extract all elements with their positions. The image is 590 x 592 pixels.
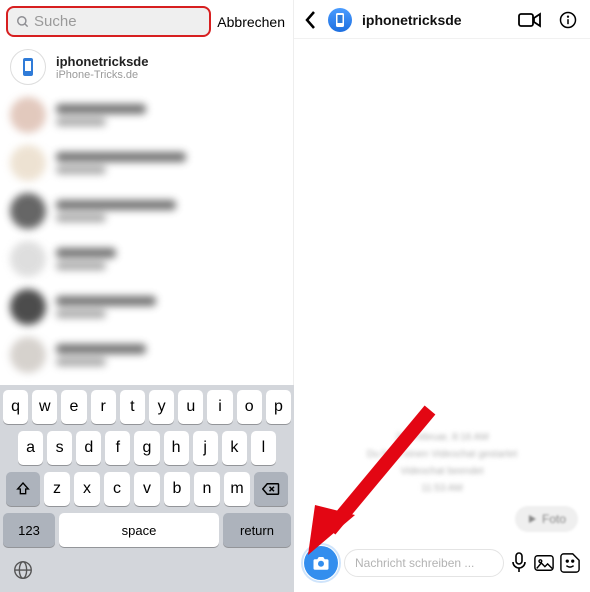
contact-row-blurred	[0, 283, 293, 331]
key-i[interactable]: i	[207, 390, 232, 424]
key-b[interactable]: b	[164, 472, 190, 506]
conversation-body: 26. Februar, 8:16 AM Du hast einen Video…	[294, 39, 590, 538]
key-m[interactable]: m	[224, 472, 250, 506]
microphone-icon[interactable]	[510, 552, 528, 574]
chat-header: iphonetricksde	[294, 0, 590, 39]
key-shift[interactable]	[6, 472, 40, 506]
keyboard: q w e r t y u i o p a s d f g h j k l	[0, 385, 294, 592]
key-return[interactable]: return	[223, 513, 291, 547]
search-field[interactable]	[6, 6, 211, 37]
timestamp: 11:53 AM	[421, 483, 463, 494]
search-icon	[16, 15, 30, 29]
contact-row-blurred	[0, 187, 293, 235]
contact-row-blurred	[0, 235, 293, 283]
key-h[interactable]: h	[164, 431, 189, 465]
search-input[interactable]	[34, 13, 201, 30]
key-v[interactable]: v	[134, 472, 160, 506]
contact-name: iphonetricksde	[56, 54, 148, 69]
sticker-icon[interactable]	[560, 553, 580, 573]
key-u[interactable]: u	[178, 390, 203, 424]
contact-row[interactable]: iphonetricksde iPhone-Tricks.de	[0, 43, 293, 91]
search-pane: Abbrechen iphonetricksde iPhone-Tricks.d…	[0, 0, 294, 592]
key-numbers[interactable]: 123	[3, 513, 55, 547]
contact-row-blurred	[0, 91, 293, 139]
gallery-icon[interactable]	[534, 554, 554, 572]
key-p[interactable]: p	[266, 390, 291, 424]
cancel-button[interactable]: Abbrechen	[217, 14, 285, 30]
search-header: Abbrechen	[0, 0, 293, 43]
key-t[interactable]: t	[120, 390, 145, 424]
contact-info: iphonetricksde iPhone-Tricks.de	[56, 54, 148, 81]
key-backspace[interactable]	[254, 472, 288, 506]
contact-sub: iPhone-Tricks.de	[56, 69, 148, 81]
camera-button[interactable]	[304, 546, 338, 580]
key-c[interactable]: c	[104, 472, 130, 506]
key-x[interactable]: x	[74, 472, 100, 506]
key-r[interactable]: r	[91, 390, 116, 424]
key-n[interactable]: n	[194, 472, 220, 506]
back-icon[interactable]	[304, 10, 318, 30]
key-l[interactable]: l	[251, 431, 276, 465]
key-y[interactable]: y	[149, 390, 174, 424]
key-s[interactable]: s	[47, 431, 72, 465]
system-message: Videochat beendet	[400, 466, 483, 477]
contact-row-blurred	[0, 139, 293, 187]
key-w[interactable]: w	[32, 390, 57, 424]
video-call-icon[interactable]	[518, 11, 542, 29]
key-j[interactable]: j	[193, 431, 218, 465]
key-a[interactable]: a	[18, 431, 43, 465]
key-space[interactable]: space	[59, 513, 219, 547]
chat-avatar[interactable]	[328, 8, 352, 32]
key-z[interactable]: z	[44, 472, 70, 506]
composer: Nachricht schreiben ...	[294, 538, 590, 592]
foto-label: Foto	[542, 512, 566, 526]
foto-pill[interactable]: Foto	[515, 506, 578, 532]
contact-row-blurred	[0, 331, 293, 379]
message-input[interactable]: Nachricht schreiben ...	[344, 549, 504, 577]
chat-pane: iphonetricksde 26. Februar, 8:16 AM Du h…	[294, 0, 590, 592]
chat-title[interactable]: iphonetricksde	[362, 12, 508, 28]
info-icon[interactable]	[558, 10, 578, 30]
key-d[interactable]: d	[76, 431, 101, 465]
message-placeholder: Nachricht schreiben ...	[355, 556, 474, 570]
key-g[interactable]: g	[134, 431, 159, 465]
system-message: Du hast einen Videochat gestartet	[367, 449, 517, 460]
key-q[interactable]: q	[3, 390, 28, 424]
key-o[interactable]: o	[237, 390, 262, 424]
avatar	[10, 49, 46, 85]
globe-icon[interactable]	[11, 558, 35, 582]
key-e[interactable]: e	[61, 390, 86, 424]
key-k[interactable]: k	[222, 431, 247, 465]
key-f[interactable]: f	[105, 431, 130, 465]
timestamp: 26. Februar, 8:16 AM	[395, 432, 488, 443]
